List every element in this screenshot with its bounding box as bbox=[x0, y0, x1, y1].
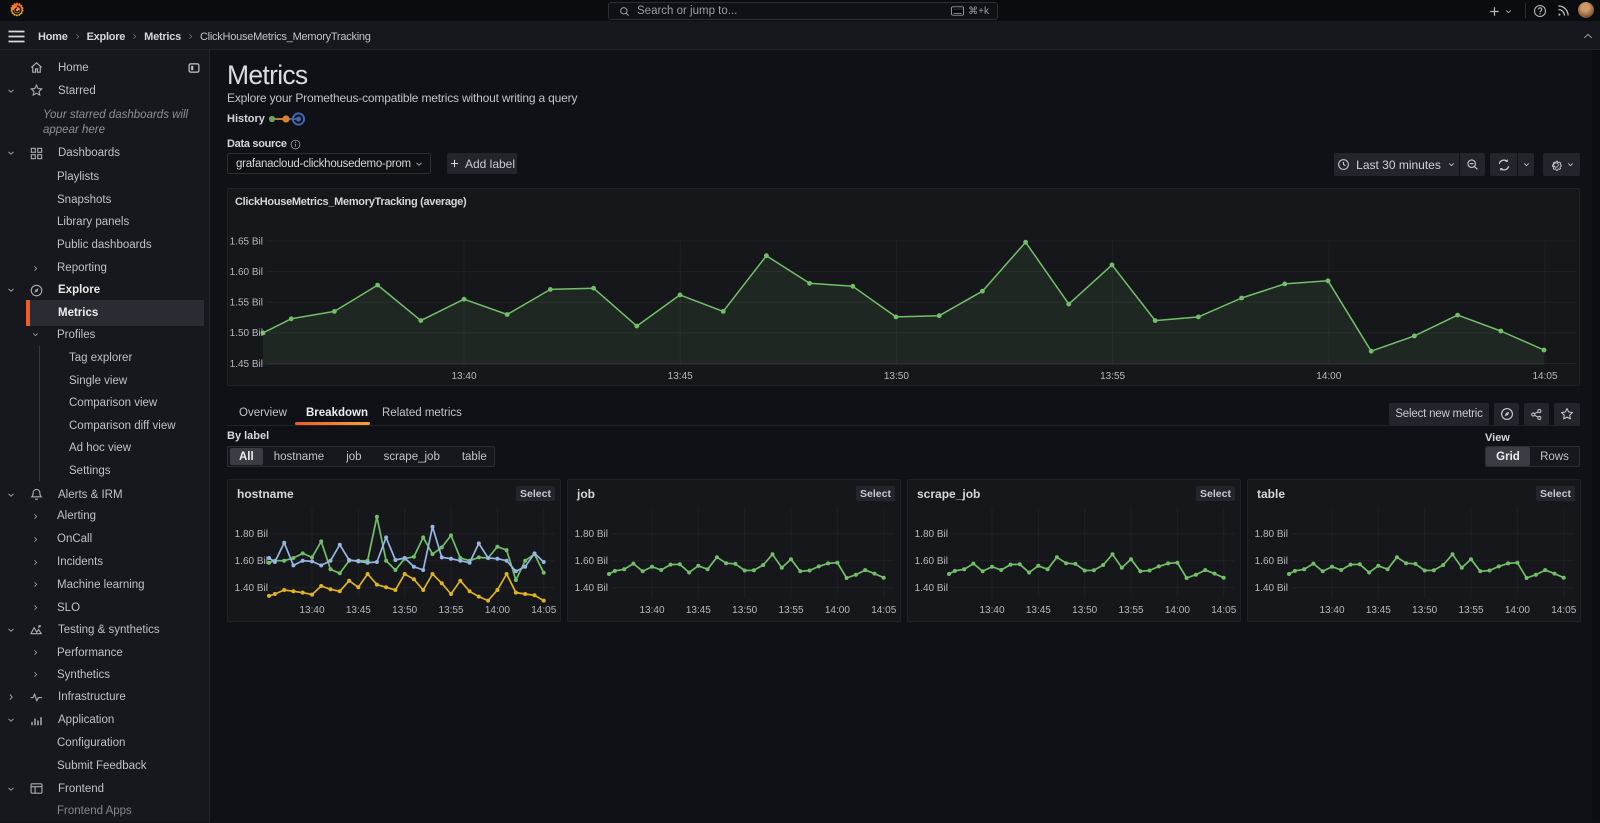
svg-text:1.40 Bil: 1.40 Bil bbox=[1255, 583, 1288, 594]
svg-text:13:45: 13:45 bbox=[1366, 605, 1391, 616]
svg-text:14:05: 14:05 bbox=[1551, 605, 1576, 616]
svg-text:14:00: 14:00 bbox=[485, 605, 510, 616]
svg-text:1.45 Bil: 1.45 Bil bbox=[230, 359, 263, 370]
svg-text:14:00: 14:00 bbox=[1316, 371, 1341, 382]
svg-text:1.40 Bil: 1.40 Bil bbox=[915, 583, 948, 594]
svg-text:13:40: 13:40 bbox=[299, 605, 324, 616]
svg-text:1.40 Bil: 1.40 Bil bbox=[575, 583, 608, 594]
svg-text:13:55: 13:55 bbox=[779, 605, 804, 616]
svg-text:1.60 Bil: 1.60 Bil bbox=[235, 556, 268, 567]
svg-text:13:50: 13:50 bbox=[392, 605, 417, 616]
svg-text:14:05: 14:05 bbox=[531, 605, 556, 616]
svg-text:13:50: 13:50 bbox=[1412, 605, 1437, 616]
svg-text:1.55 Bil: 1.55 Bil bbox=[230, 298, 263, 309]
svg-text:1.60 Bil: 1.60 Bil bbox=[575, 556, 608, 567]
svg-text:13:55: 13:55 bbox=[1100, 371, 1125, 382]
svg-text:14:05: 14:05 bbox=[1211, 605, 1236, 616]
svg-text:13:45: 13:45 bbox=[346, 605, 371, 616]
svg-text:13:55: 13:55 bbox=[439, 605, 464, 616]
svg-text:1.60 Bil: 1.60 Bil bbox=[1255, 556, 1288, 567]
svg-text:1.40 Bil: 1.40 Bil bbox=[235, 583, 268, 594]
svg-text:13:40: 13:40 bbox=[979, 605, 1004, 616]
svg-text:13:40: 13:40 bbox=[639, 605, 664, 616]
svg-text:13:40: 13:40 bbox=[1319, 605, 1344, 616]
svg-text:1.60 Bil: 1.60 Bil bbox=[915, 556, 948, 567]
svg-text:13:55: 13:55 bbox=[1119, 605, 1144, 616]
svg-text:13:50: 13:50 bbox=[884, 371, 909, 382]
svg-text:13:45: 13:45 bbox=[686, 605, 711, 616]
svg-text:1.60 Bil: 1.60 Bil bbox=[230, 267, 263, 278]
svg-text:1.65 Bil: 1.65 Bil bbox=[230, 236, 263, 247]
svg-text:13:50: 13:50 bbox=[732, 605, 757, 616]
svg-text:14:00: 14:00 bbox=[1505, 605, 1530, 616]
svg-text:13:40: 13:40 bbox=[451, 371, 476, 382]
svg-text:14:05: 14:05 bbox=[1532, 371, 1557, 382]
svg-text:1.80 Bil: 1.80 Bil bbox=[575, 529, 608, 540]
svg-text:1.80 Bil: 1.80 Bil bbox=[235, 529, 268, 540]
svg-text:13:55: 13:55 bbox=[1459, 605, 1484, 616]
svg-text:1.50 Bil: 1.50 Bil bbox=[230, 328, 263, 339]
svg-text:14:05: 14:05 bbox=[871, 605, 896, 616]
svg-text:13:45: 13:45 bbox=[1026, 605, 1051, 616]
svg-text:13:50: 13:50 bbox=[1072, 605, 1097, 616]
svg-text:13:45: 13:45 bbox=[668, 371, 693, 382]
svg-text:14:00: 14:00 bbox=[825, 605, 850, 616]
svg-text:14:00: 14:00 bbox=[1165, 605, 1190, 616]
svg-text:1.80 Bil: 1.80 Bil bbox=[915, 529, 948, 540]
svg-text:1.80 Bil: 1.80 Bil bbox=[1255, 529, 1288, 540]
